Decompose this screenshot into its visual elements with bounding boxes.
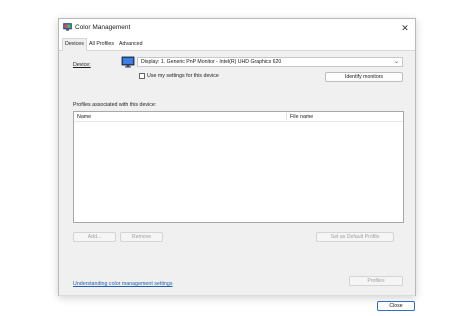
column-header-name[interactable]: Name: [77, 113, 91, 121]
tab-strip: Devices All Profiles Advanced: [59, 37, 415, 51]
remove-button[interactable]: Remove: [120, 232, 163, 242]
device-dropdown[interactable]: Display: 1. Generic PnP Monitor - Intel(…: [137, 57, 403, 67]
close-button[interactable]: Close: [377, 301, 415, 311]
use-my-settings-checkbox[interactable]: [139, 73, 145, 79]
identify-monitors-button[interactable]: Identify monitors: [325, 72, 403, 82]
column-header-file-name[interactable]: File name: [290, 113, 313, 121]
set-default-profile-button[interactable]: Set as Default Profile: [316, 232, 394, 242]
add-button[interactable]: Add...: [73, 232, 116, 242]
color-management-window: Color Management ✕ Devices All Profiles …: [58, 18, 416, 311]
column-separator[interactable]: [286, 113, 287, 120]
color-management-icon: [63, 23, 72, 31]
chevron-down-icon: ⌄: [393, 59, 399, 65]
devices-tab-content: Device: Display: 1. Generic PnP Monitor …: [59, 51, 415, 311]
monitor-icon: [121, 56, 135, 68]
profiles-button[interactable]: Profiles: [349, 276, 403, 286]
footer-divider: [59, 295, 415, 296]
window-title: Color Management: [75, 24, 131, 31]
profiles-group-label: Profiles associated with this device:: [73, 102, 157, 108]
tab-all-profiles[interactable]: All Profiles: [87, 39, 116, 50]
close-window-icon[interactable]: ✕: [399, 22, 411, 34]
device-label: Device:: [73, 62, 91, 68]
tab-devices[interactable]: Devices: [62, 38, 87, 51]
tab-advanced[interactable]: Advanced: [117, 39, 145, 50]
use-my-settings-label[interactable]: Use my settings for this device: [147, 72, 219, 80]
title-bar: Color Management ✕: [59, 19, 415, 37]
profiles-list[interactable]: Name File name: [73, 111, 404, 223]
help-link[interactable]: Understanding color management settings: [73, 280, 173, 288]
profiles-list-header: Name File name: [74, 112, 403, 122]
device-dropdown-value: Display: 1. Generic PnP Monitor - Intel(…: [141, 59, 282, 65]
